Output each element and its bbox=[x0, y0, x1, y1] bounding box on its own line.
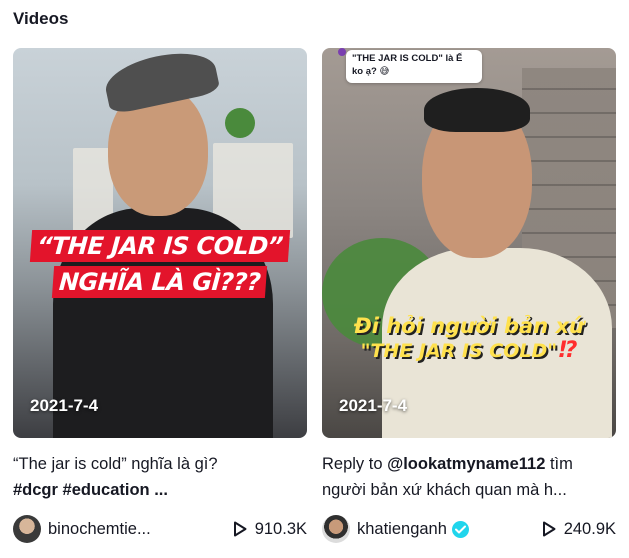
video-meta: khatienganh 240.9K bbox=[322, 514, 616, 544]
view-count-value: 910.3K bbox=[254, 519, 307, 538]
person-hair bbox=[424, 88, 530, 132]
description-prefix: Reply to bbox=[322, 455, 388, 473]
description-hashtags[interactable]: #dcgr #education ... bbox=[13, 478, 307, 504]
description-mention[interactable]: @lookatmyname112 bbox=[387, 455, 545, 473]
video-thumbnail[interactable]: “THE JAR IS COLD” NGHĨA LÀ GÌ??? 2021-7-… bbox=[13, 48, 307, 438]
video-card[interactable]: “THE JAR IS COLD” NGHĨA LÀ GÌ??? 2021-7-… bbox=[13, 48, 307, 544]
reply-comment-bubble: "THE JAR IS COLD" là Ế ko ạ? 😅 bbox=[346, 50, 482, 83]
video-date: 2021-7-4 bbox=[339, 396, 408, 415]
view-count: 240.9K bbox=[542, 520, 616, 539]
video-description[interactable]: “The jar is cold” nghĩa là gì? #dcgr #ed… bbox=[13, 452, 307, 506]
commenter-avatar bbox=[338, 48, 346, 56]
caption-line: Đi hỏi người bản xứ bbox=[354, 314, 584, 338]
description-text: “The jar is cold” nghĩa là gì? bbox=[13, 455, 218, 473]
section-title: Videos bbox=[13, 9, 69, 28]
caption-line: NGHĨA LÀ GÌ??? bbox=[52, 266, 268, 298]
author-username[interactable]: khatienganh bbox=[357, 520, 447, 539]
caption-line: “THE JAR IS COLD” bbox=[29, 230, 290, 262]
author-link[interactable]: khatienganh bbox=[322, 515, 469, 543]
view-count-value: 240.9K bbox=[563, 519, 616, 538]
verified-badge-icon bbox=[451, 520, 469, 538]
caption-line: "THE JAR IS COLD" bbox=[360, 340, 558, 362]
avatar[interactable] bbox=[13, 515, 41, 543]
video-card[interactable]: "THE JAR IS COLD" là Ế ko ạ? 😅 Đi hỏi ng… bbox=[322, 48, 616, 544]
play-icon bbox=[542, 521, 556, 537]
video-meta: binochemtie... 910.3K bbox=[13, 514, 307, 544]
view-count: 910.3K bbox=[233, 520, 307, 539]
avatar[interactable] bbox=[322, 515, 350, 543]
background-plant bbox=[225, 108, 255, 138]
author-link[interactable]: binochemtie... bbox=[13, 515, 151, 543]
video-description[interactable]: Reply to @lookatmyname112 tìm người bản … bbox=[322, 452, 616, 506]
play-icon bbox=[233, 521, 247, 537]
thumbnail-caption: Đi hỏi người bản xứ "THE JAR IS COLD"⁉ bbox=[322, 314, 616, 363]
author-username[interactable]: binochemtie... bbox=[48, 520, 151, 539]
caption-exclamation: ⁉ bbox=[559, 338, 578, 363]
thumbnail-caption: “THE JAR IS COLD” NGHĨA LÀ GÌ??? bbox=[13, 228, 307, 300]
video-thumbnail[interactable]: "THE JAR IS COLD" là Ế ko ạ? 😅 Đi hỏi ng… bbox=[322, 48, 616, 438]
video-date: 2021-7-4 bbox=[30, 396, 99, 415]
